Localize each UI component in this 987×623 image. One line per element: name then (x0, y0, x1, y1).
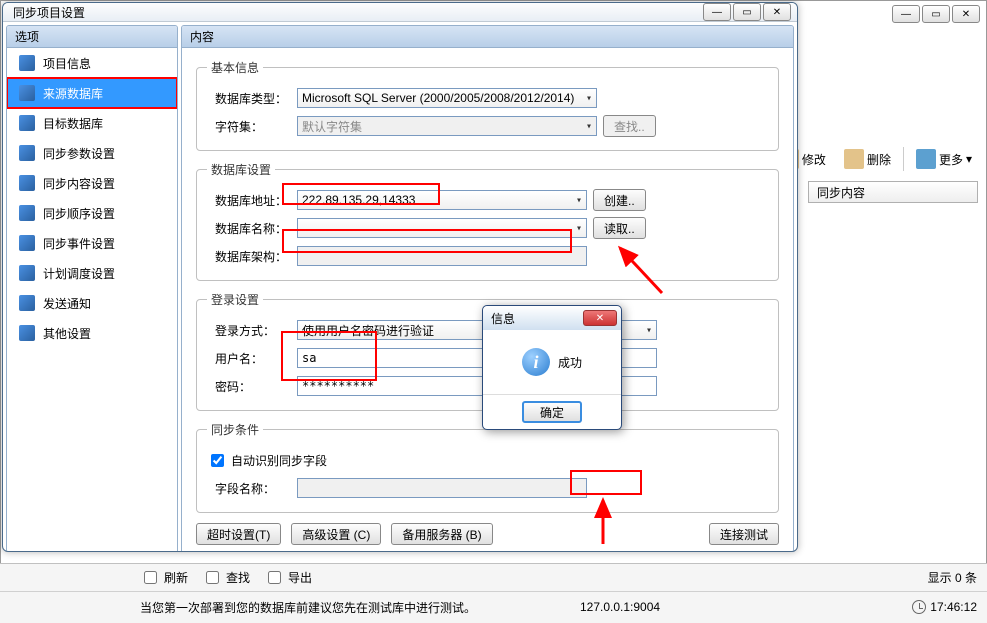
messagebox-info: 信息 ✕ i 成功 确定 (482, 305, 622, 430)
dialog-maximize-button[interactable]: ▭ (733, 3, 761, 21)
button-find-charset: 查找.. (603, 115, 656, 137)
status-search[interactable]: 查找 (202, 568, 250, 587)
group-sync-condition: 同步条件 自动识别同步字段 字段名称： (196, 421, 779, 513)
sidebar: 选项 项目信息来源数据库目标数据库同步参数设置同步内容设置同步顺序设置同步事件设… (6, 25, 178, 552)
folder-icon (19, 145, 35, 161)
dialog-minimize-button[interactable]: — (703, 3, 731, 21)
folder-icon (19, 325, 35, 341)
legend-cond: 同步条件 (207, 421, 263, 438)
status-refresh[interactable]: 刷新 (140, 568, 188, 587)
folder-icon (19, 235, 35, 251)
folder-icon (19, 55, 35, 71)
sidebar-header: 选项 (7, 26, 177, 48)
sidebar-item-0[interactable]: 项目信息 (7, 48, 177, 78)
sidebar-item-label: 同步顺序设置 (43, 205, 115, 222)
button-timeout-settings[interactable]: 超时设置(T) (196, 523, 281, 545)
status-export[interactable]: 导出 (264, 568, 312, 587)
toolbar-delete-button[interactable]: 删除 (838, 146, 897, 172)
button-create-db[interactable]: 创建.. (593, 189, 646, 211)
parent-toolbar: 修改 删除 更多 ▾ (773, 146, 978, 172)
status-bar: 刷新 查找 导出 显示 0 条 当您第一次部署到您的数据库前建议您先在测试库中进… (0, 563, 987, 623)
dialog-titlebar: 同步项目设置 — ▭ ✕ (3, 3, 797, 22)
status-count: 显示 0 条 (928, 569, 977, 586)
sidebar-item-label: 同步内容设置 (43, 175, 115, 192)
checkbox-auto-detect-field[interactable]: 自动识别同步字段 (207, 451, 327, 470)
clock-icon (912, 600, 926, 614)
toolbar-more-button[interactable]: 更多 ▾ (910, 146, 978, 172)
select-db-name[interactable] (297, 218, 587, 238)
label-charset: 字符集： (207, 118, 291, 135)
sidebar-item-label: 同步参数设置 (43, 145, 115, 162)
label-username: 用户名： (207, 350, 291, 367)
label-field-name: 字段名称： (207, 480, 291, 497)
button-advanced-settings[interactable]: 高级设置 (C) (291, 523, 381, 545)
group-database-settings: 数据库设置 数据库地址： 222.89.135.29,14333 创建.. 数据… (196, 161, 779, 281)
input-db-schema (297, 246, 587, 266)
status-ip: 127.0.0.1:9004 (580, 600, 660, 614)
sync-settings-dialog: 同步项目设置 — ▭ ✕ 选项 项目信息来源数据库目标数据库同步参数设置同步内容… (2, 2, 798, 552)
sidebar-item-label: 其他设置 (43, 325, 91, 342)
messagebox-ok-button[interactable]: 确定 (522, 401, 582, 423)
label-db-address: 数据库地址： (207, 192, 291, 209)
content-header: 内容 (182, 26, 793, 48)
sidebar-item-4[interactable]: 同步内容设置 (7, 168, 177, 198)
sidebar-item-label: 来源数据库 (43, 85, 103, 102)
sidebar-item-label: 目标数据库 (43, 115, 103, 132)
group-basic-info: 基本信息 数据库类型： Microsoft SQL Server (2000/2… (196, 59, 779, 151)
legend-login: 登录设置 (207, 291, 263, 308)
folder-icon (19, 175, 35, 191)
label-db-type: 数据库类型： (207, 90, 291, 107)
input-db-address[interactable]: 222.89.135.29,14333 (297, 190, 587, 210)
sidebar-item-2[interactable]: 目标数据库 (7, 108, 177, 138)
input-field-name (297, 478, 587, 498)
folder-icon (19, 115, 35, 131)
messagebox-close-button[interactable]: ✕ (583, 310, 617, 326)
parent-window-controls: — ▭ ✕ (892, 5, 980, 23)
legend-basic: 基本信息 (207, 59, 263, 76)
sidebar-item-1[interactable]: 来源数据库 (7, 78, 177, 108)
messagebox-text: 成功 (558, 354, 582, 371)
label-password: 密码： (207, 378, 291, 395)
sidebar-item-label: 项目信息 (43, 55, 91, 72)
folder-icon (19, 205, 35, 221)
button-backup-server[interactable]: 备用服务器 (B) (391, 523, 492, 545)
parent-maximize-button[interactable]: ▭ (922, 5, 950, 23)
sidebar-item-7[interactable]: 计划调度设置 (7, 258, 177, 288)
folder-icon (19, 265, 35, 281)
messagebox-title: 信息 (491, 310, 515, 327)
parent-column-header[interactable]: 同步内容 (808, 181, 978, 203)
label-db-schema: 数据库架构： (207, 248, 291, 265)
sidebar-item-5[interactable]: 同步顺序设置 (7, 198, 177, 228)
label-login-mode: 登录方式： (207, 322, 291, 339)
label-db-name: 数据库名称： (207, 220, 291, 237)
button-connection-test[interactable]: 连接测试 (709, 523, 779, 545)
status-hint: 当您第一次部署到您的数据库前建议您先在测试库中进行测试。 (140, 599, 476, 616)
sidebar-item-label: 计划调度设置 (43, 265, 115, 282)
sidebar-item-9[interactable]: 其他设置 (7, 318, 177, 348)
dialog-title: 同步项目设置 (13, 4, 85, 21)
dialog-close-button[interactable]: ✕ (763, 3, 791, 21)
status-time: 17:46:12 (912, 600, 977, 614)
select-charset: 默认字符集 (297, 116, 597, 136)
button-read-db[interactable]: 读取.. (593, 217, 646, 239)
sidebar-item-label: 发送通知 (43, 295, 91, 312)
parent-close-button[interactable]: ✕ (952, 5, 980, 23)
info-icon: i (522, 348, 550, 376)
sidebar-item-3[interactable]: 同步参数设置 (7, 138, 177, 168)
parent-minimize-button[interactable]: — (892, 5, 920, 23)
sidebar-item-label: 同步事件设置 (43, 235, 115, 252)
folder-icon (19, 85, 35, 101)
content-panel: 内容 基本信息 数据库类型： Microsoft SQL Server (200… (181, 25, 794, 552)
select-db-type[interactable]: Microsoft SQL Server (2000/2005/2008/201… (297, 88, 597, 108)
legend-db: 数据库设置 (207, 161, 275, 178)
sidebar-item-8[interactable]: 发送通知 (7, 288, 177, 318)
folder-icon (19, 295, 35, 311)
sidebar-item-6[interactable]: 同步事件设置 (7, 228, 177, 258)
